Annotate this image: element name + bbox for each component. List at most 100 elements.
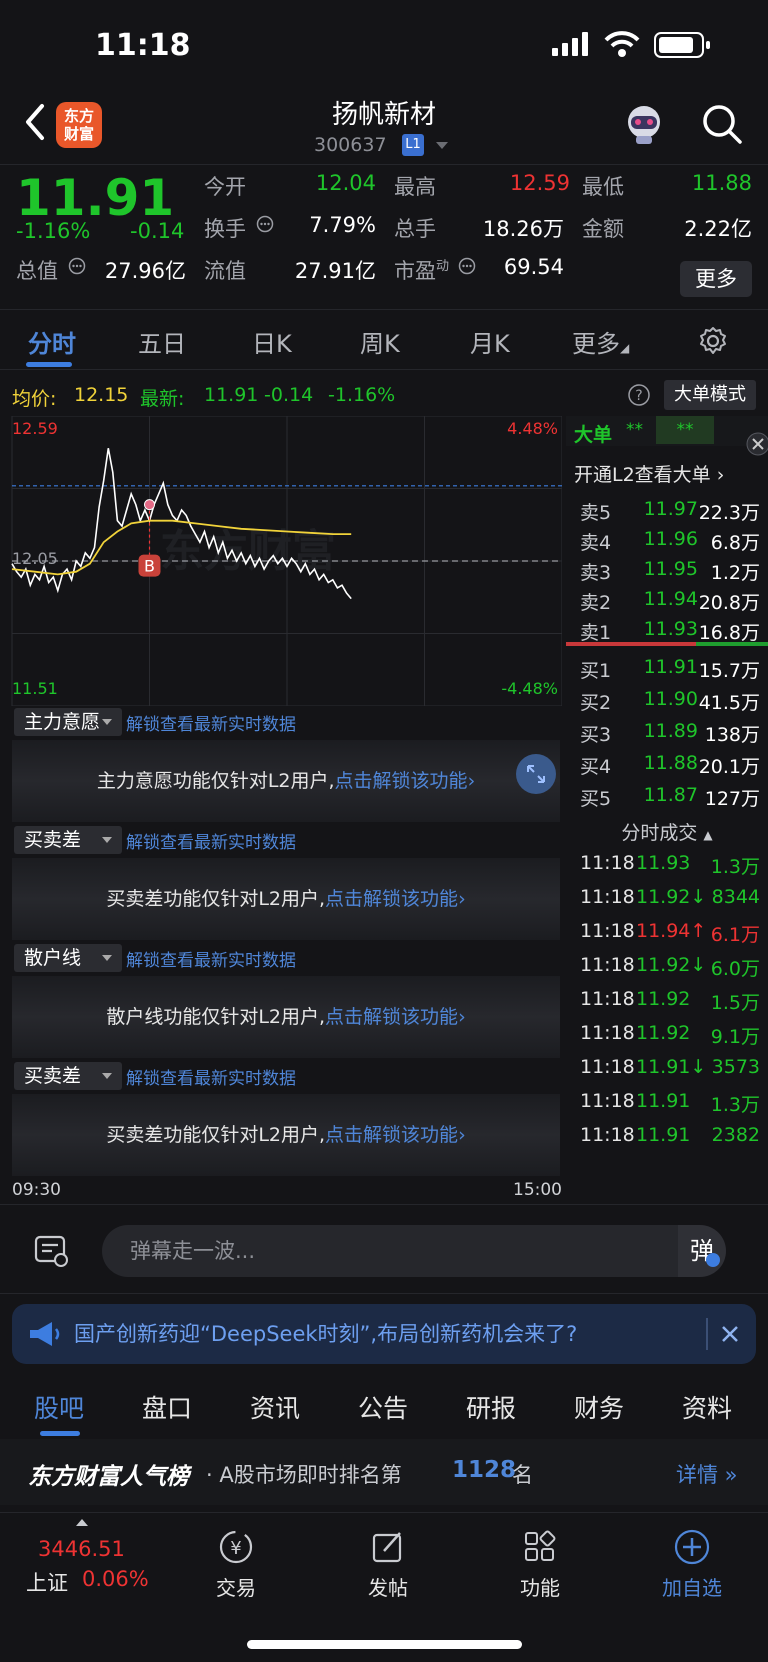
unlock-link[interactable]: 解锁查看最新实时数据 [126,1064,296,1089]
bid-price: 11.89 [643,720,698,742]
edit-post-icon [372,1532,402,1563]
more-quote-button[interactable]: 更多 [680,261,752,297]
tab-five-day[interactable]: 五日 [138,324,186,359]
tab-research[interactable]: 研报 [466,1389,516,1425]
ask-row[interactable]: 卖1 11.93 16.8万 [572,612,768,646]
indicator-dropdown[interactable]: 买卖差 [14,1062,122,1090]
settings-gear-icon[interactable] [698,326,728,356]
time-axis: 09:30 15:00 [12,1180,562,1204]
total-value: 27.96亿 [104,259,186,283]
trades-header[interactable]: 分时成交 ▲ [566,812,768,846]
status-bar: 11:18 [0,0,768,90]
index-change-pct: 0.06% [82,1567,149,1591]
amount-value: 2.22亿 [684,217,752,241]
tab-announcements[interactable]: 公告 [358,1389,408,1425]
tab-intraday[interactable]: 分时 [28,324,76,359]
unlock-link[interactable]: 解锁查看最新实时数据 [126,828,296,853]
ask-row[interactable]: 卖3 11.95 1.2万 [572,552,768,586]
trade-time: 11:18 [580,886,635,908]
nav-functions[interactable]: 功能 [490,1527,590,1601]
unlock-cta[interactable]: 点击解锁该功能 [335,770,468,792]
tab-active-indicator [26,362,72,367]
search-icon[interactable] [700,102,744,146]
bid-row[interactable]: 买2 11.90 41.5万 [572,682,768,716]
ask-level-label: 卖5 [580,502,612,524]
trade-row: 11:18 11.91↓ 3573 [572,1050,768,1084]
info-dots-icon[interactable] [458,257,476,275]
help-icon[interactable]: ? [628,384,650,406]
tab-pankou[interactable]: 盘口 [142,1389,192,1425]
ask-price: 11.97 [643,498,698,520]
danmu-send-button[interactable]: 弹 [678,1225,726,1277]
locked-panel-main-force[interactable]: 主力意愿功能仅针对L2用户,点击解锁该功能› [12,740,560,822]
bid-volume: 127万 [704,788,760,810]
unlock-cta[interactable]: 点击解锁该功能 [325,1124,458,1146]
news-text[interactable]: 国产创新药迎“DeepSeek时刻”,布局创新药机会来了? [74,1318,694,1348]
index-ticker[interactable]: 3446.51 上证 0.06% [0,1513,160,1613]
locked-panel-message: 买卖差功能仅针对L2用户, [106,888,326,910]
panel-header-bid-ask-diff-2: 买卖差 解锁查看最新实时数据 [12,1060,562,1092]
change-amount: -0.14 [130,219,185,243]
bid-row[interactable]: 买4 11.88 20.1万 [572,746,768,780]
nav-add-watchlist[interactable]: 加自选 [642,1527,742,1601]
news-banner[interactable]: 国产创新药迎“DeepSeek时刻”,布局创新药机会来了? [12,1304,756,1364]
info-dots-icon[interactable] [68,257,86,275]
unlock-link[interactable]: 解锁查看最新实时数据 [126,946,296,971]
ai-assistant-robot-icon[interactable] [622,102,666,146]
expand-icon[interactable] [516,754,556,794]
locked-panel-bid-ask-diff[interactable]: 买卖差功能仅针对L2用户,点击解锁该功能› [12,858,560,940]
ask-row[interactable]: 卖5 11.97 22.3万 [572,492,768,526]
unlock-link[interactable]: 解锁查看最新实时数据 [126,710,296,735]
trade-price: 11.91 [636,1124,691,1146]
content-tab-active-indicator [40,1431,80,1436]
unlock-cta[interactable]: 点击解锁该功能 [325,1006,458,1028]
close-icon[interactable] [720,1324,740,1344]
locked-panel-bid-ask-diff-2[interactable]: 买卖差功能仅针对L2用户,点击解锁该功能› [12,1094,560,1176]
trade-time: 11:18 [580,920,635,942]
indicator-dropdown[interactable]: 散户线 [14,944,122,972]
info-dots-icon[interactable] [256,215,274,233]
level-dropdown-icon[interactable] [436,142,448,149]
danmu-input[interactable]: 弹幕走一波... [102,1225,708,1277]
pct-bottom-label: -4.48% [501,679,558,698]
ask-volume: 22.3万 [698,502,760,524]
home-indicator[interactable] [247,1640,522,1649]
nav-post[interactable]: 发帖 [338,1527,438,1601]
tab-profile[interactable]: 资料 [682,1389,732,1425]
rank-detail-link[interactable]: 详情 » [676,1459,738,1489]
tab-finance[interactable]: 财务 [574,1389,624,1425]
status-time: 11:18 [95,28,191,63]
up-arrow-icon: ↑ [690,920,707,942]
bid-row[interactable]: 买3 11.89 138万 [572,714,768,748]
nav-trade[interactable]: ¥ 交易 [186,1527,286,1601]
indicator-dropdown[interactable]: 主力意愿 [14,708,122,736]
close-prompt-icon[interactable] [746,432,768,456]
open-l2-prompt[interactable]: 开通L2查看大单 › [566,452,768,492]
indicator-dropdown[interactable]: 买卖差 [14,826,122,854]
ask-row[interactable]: 卖4 11.96 6.8万 [572,522,768,556]
unlock-cta[interactable]: 点击解锁该功能 [325,888,458,910]
tab-monthly-k[interactable]: 月K [470,324,510,359]
tab-daily-k[interactable]: 日K [252,324,292,359]
ask-volume: 1.2万 [710,562,760,584]
big-order-mode-button[interactable]: 大单模式 [664,380,756,410]
level-badge[interactable]: L1 [402,134,424,156]
big-order-label: 大单 [574,424,613,446]
tab-news[interactable]: 资讯 [250,1389,300,1425]
svg-text:?: ? [635,388,642,404]
ask-row[interactable]: 卖2 11.94 20.8万 [572,582,768,616]
tab-weekly-k[interactable]: 周K [360,324,400,359]
tab-more[interactable]: 更多◢ [572,324,629,359]
intraday-chart[interactable]: 东方财富 B 12.59 12.05 11.51 4.48% -4.48% [0,415,563,707]
news-divider [706,1318,708,1350]
svg-text:¥: ¥ [230,1538,241,1559]
bid-row[interactable]: 买5 11.87 127万 [572,778,768,812]
danmu-settings-icon[interactable] [34,1233,70,1269]
trade-price: 11.92 [636,988,691,1010]
bid-row[interactable]: 买1 11.91 15.7万 [572,650,768,684]
trade-row: 11:18 11.94↑ 6.1万 [572,914,768,948]
locked-panel-retail-line[interactable]: 散户线功能仅针对L2用户,点击解锁该功能› [12,976,560,1058]
tab-guba[interactable]: 股吧 [34,1389,84,1425]
popularity-rank-bar[interactable]: 东方财富人气榜 · A股市场即时排名第 1128 名 详情 » [0,1439,768,1505]
wifi-icon [604,31,640,57]
